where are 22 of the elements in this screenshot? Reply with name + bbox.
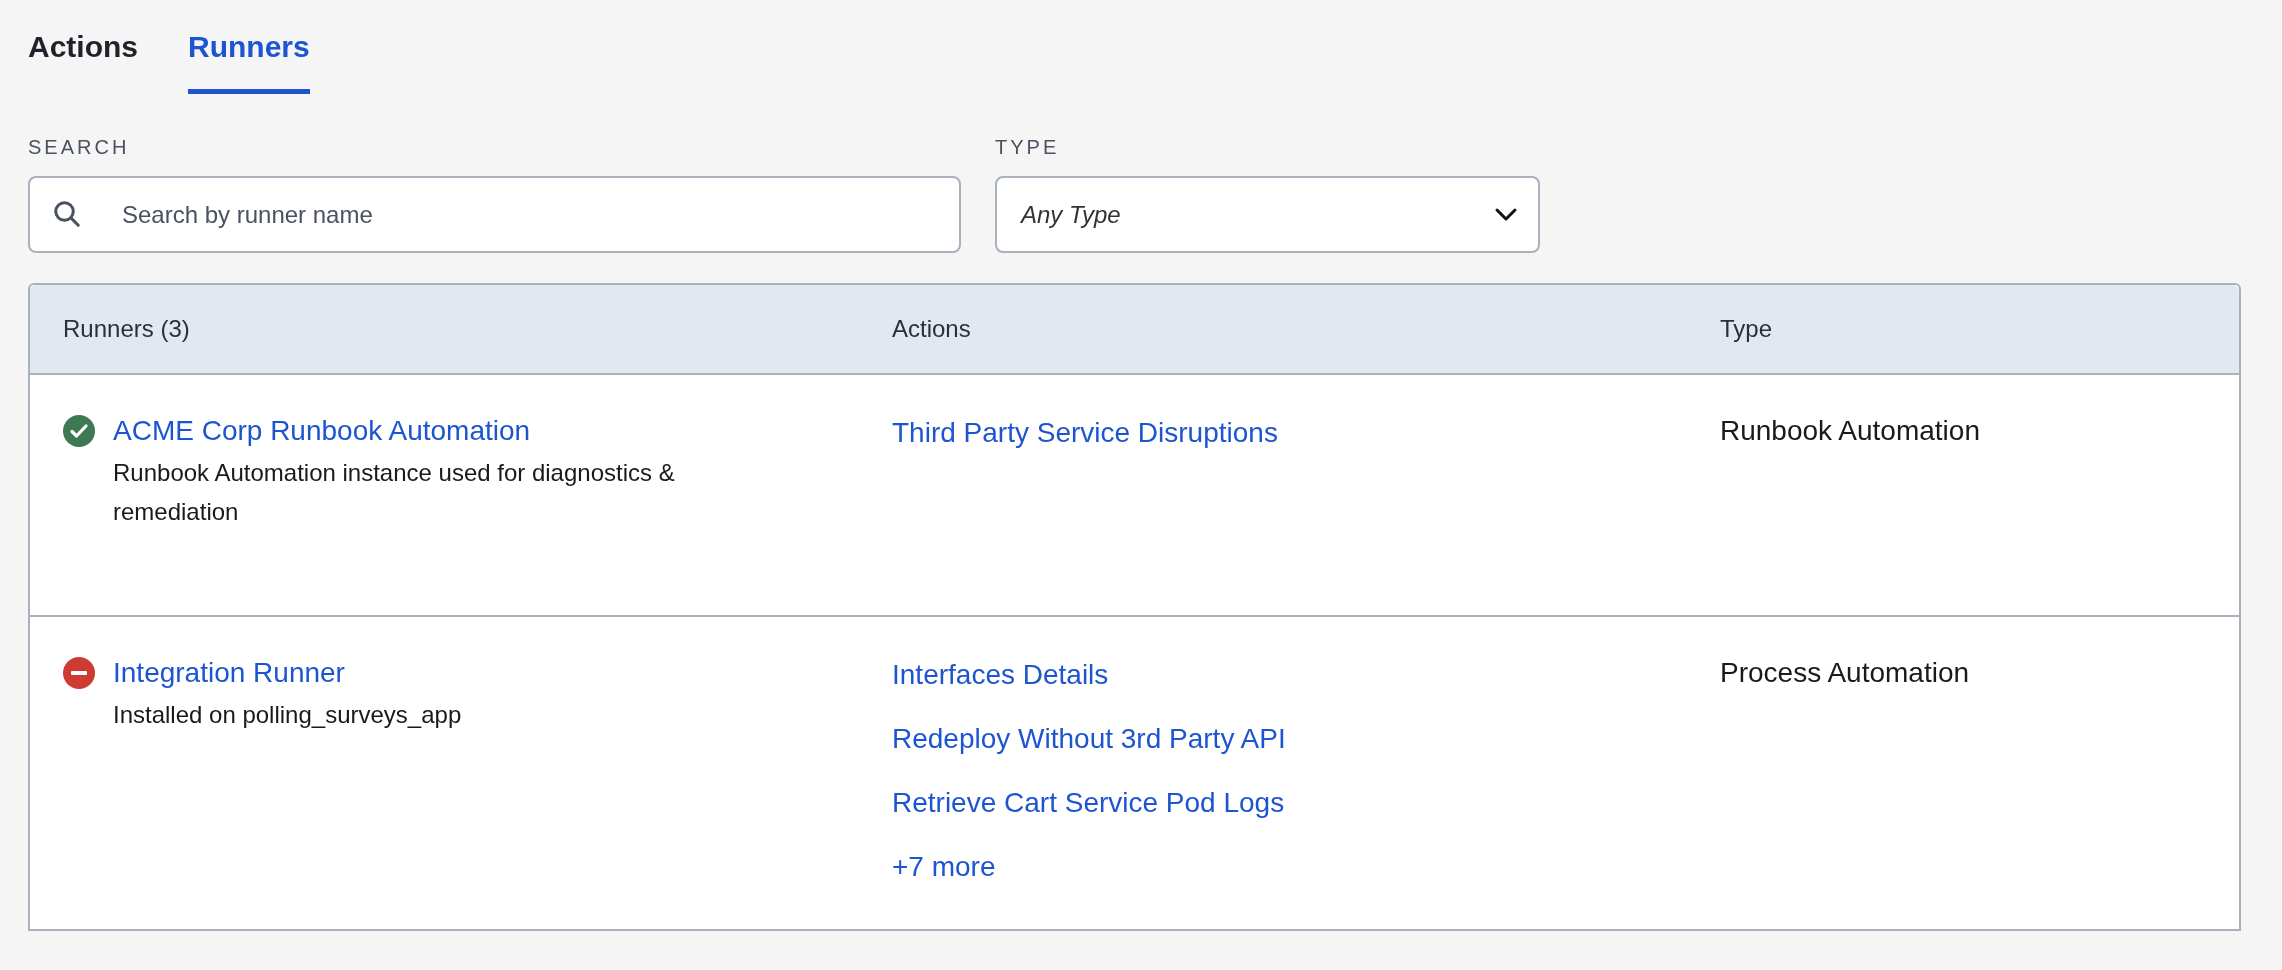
search-field[interactable]: Search by runner name: [28, 176, 961, 253]
chevron-down-icon: [1494, 206, 1518, 223]
action-link[interactable]: Interfaces Details: [892, 653, 1109, 697]
runner-description: Installed on polling_surveys_app: [113, 700, 462, 730]
runner-link[interactable]: ACME Corp Runbook Automation: [113, 411, 531, 451]
type-dropdown[interactable]: Any Type: [995, 176, 1540, 253]
more-actions-link[interactable]: +7 more: [892, 845, 996, 889]
action-link[interactable]: Retrieve Cart Service Pod Logs: [892, 781, 1285, 825]
tab[interactable]: Runners: [188, 24, 310, 94]
search-icon: [52, 199, 82, 229]
column-header: Type: [1720, 314, 1774, 344]
field-label: TYPE: [995, 135, 1061, 160]
action-link[interactable]: Third Party Service Disruptions: [892, 411, 1278, 455]
field-label: SEARCH: [28, 135, 131, 160]
runner-type: Process Automation: [1720, 656, 1971, 690]
runner-description: Runbook Automation instance used for diagnostics & remediation: [113, 458, 676, 527]
action-link[interactable]: Redeploy Without 3rd Party API: [892, 717, 1286, 761]
runner-link[interactable]: Integration Runner: [113, 653, 345, 693]
runner-type: Runbook Automation: [1720, 414, 1981, 448]
tab[interactable]: Actions: [28, 24, 138, 94]
column-header: Runners (3): [62, 314, 191, 344]
column-header: Actions: [892, 314, 972, 344]
